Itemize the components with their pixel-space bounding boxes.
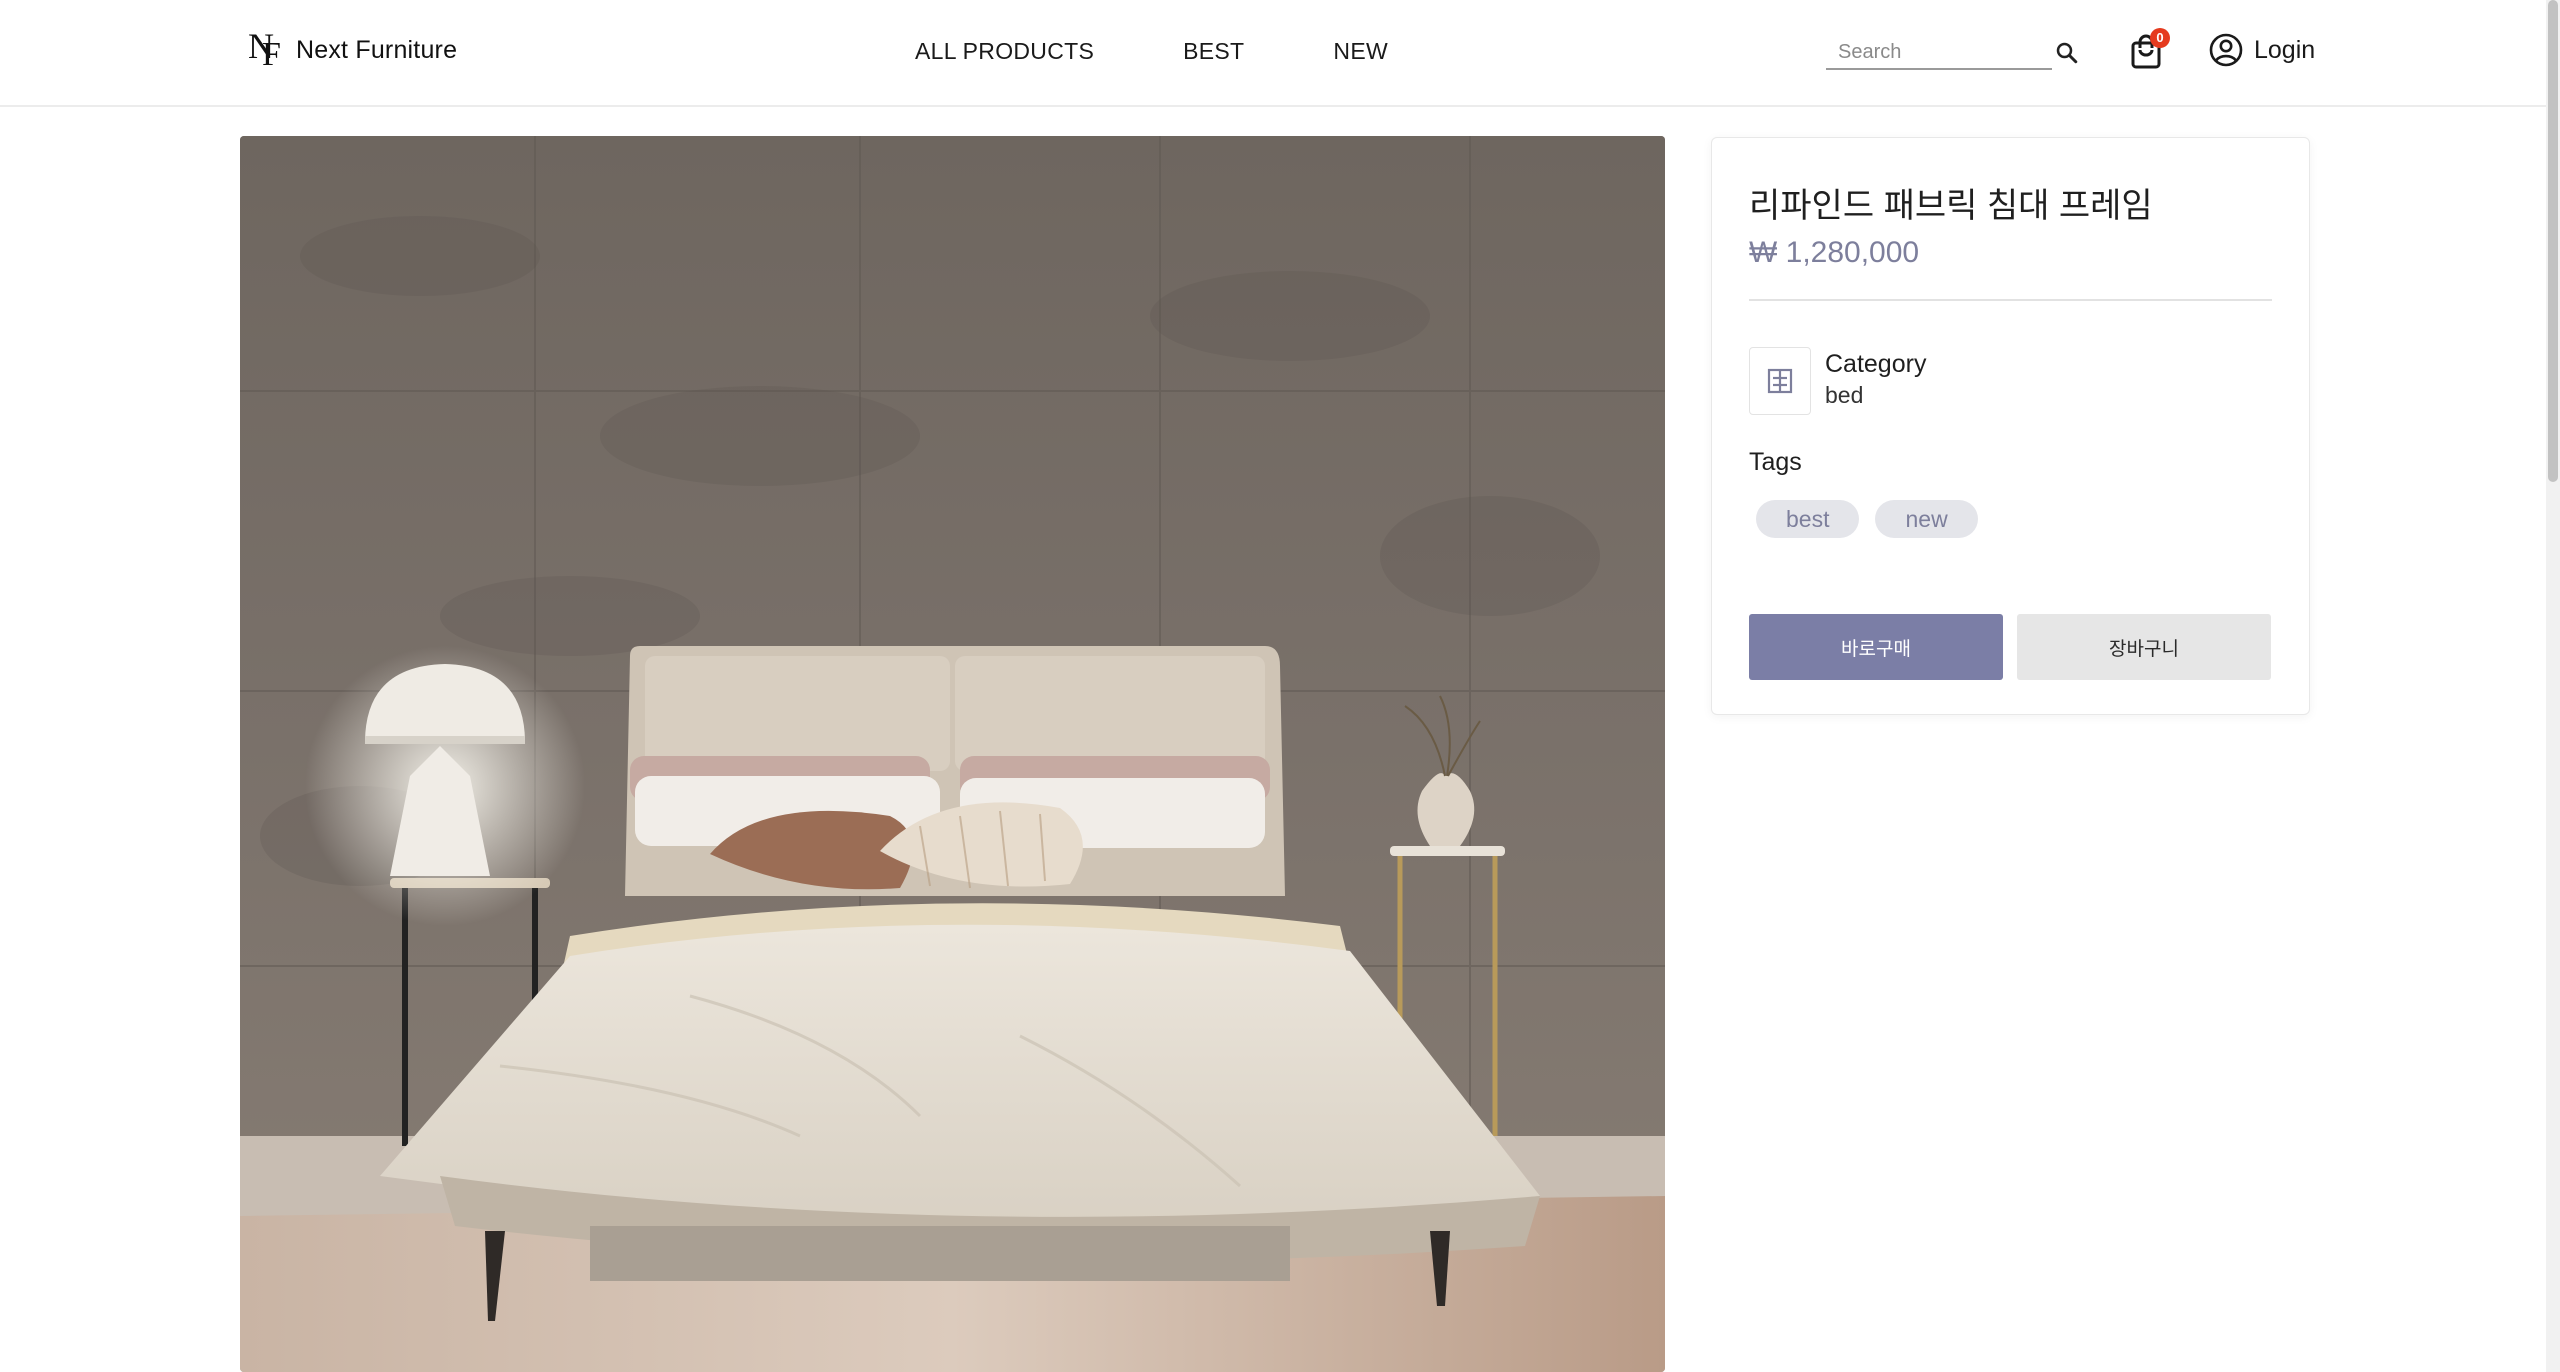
tags-label: Tags [1749,448,1802,476]
site-header: N F Next Furniture ALL PRODUCTS BEST NEW… [0,0,2546,107]
search-box [1826,36,2080,72]
product-title: 리파인드 패브릭 침대 프레임 [1749,187,2153,225]
main-nav: ALL PRODUCTS BEST NEW [915,38,1388,65]
nav-all-products[interactable]: ALL PRODUCTS [915,38,1094,65]
cart-count-badge: 0 [2150,28,2170,48]
bed-frame-photo [240,136,1665,1372]
tag-new[interactable]: new [1875,500,1978,538]
login-button[interactable]: Login [2209,33,2315,67]
tag-best[interactable]: best [1756,500,1860,538]
nav-best[interactable]: BEST [1183,38,1244,65]
tag-list: best new [1756,500,1978,538]
category-label: Category [1825,350,1927,378]
cart-button[interactable]: 0 [2128,28,2170,70]
category-value: bed [1825,382,1864,408]
category-icon-box [1749,347,1811,415]
nav-new[interactable]: NEW [1333,38,1388,65]
logo-mark-f: F [262,36,281,73]
divider [1749,299,2272,301]
category-icon [1767,368,1793,394]
user-circle-icon [2209,33,2243,67]
product-detail-card: 리파인드 패브릭 침대 프레임 ₩ 1,280,000 Category bed… [1711,137,2310,715]
brand-name: Next Furniture [296,35,458,64]
product-price: ₩ 1,280,000 [1749,236,1920,269]
logo-mark-icon: N F [248,28,284,72]
buy-now-button[interactable]: 바로구매 [1749,614,2003,680]
scrollbar-thumb[interactable] [2548,0,2558,482]
search-icon[interactable] [2052,38,2082,68]
add-to-cart-button[interactable]: 장바구니 [2017,614,2271,680]
login-label: Login [2254,35,2316,64]
product-photo [240,136,1665,1372]
search-input[interactable] [1826,36,2052,70]
brand-logo[interactable]: N F Next Furniture [248,28,457,72]
